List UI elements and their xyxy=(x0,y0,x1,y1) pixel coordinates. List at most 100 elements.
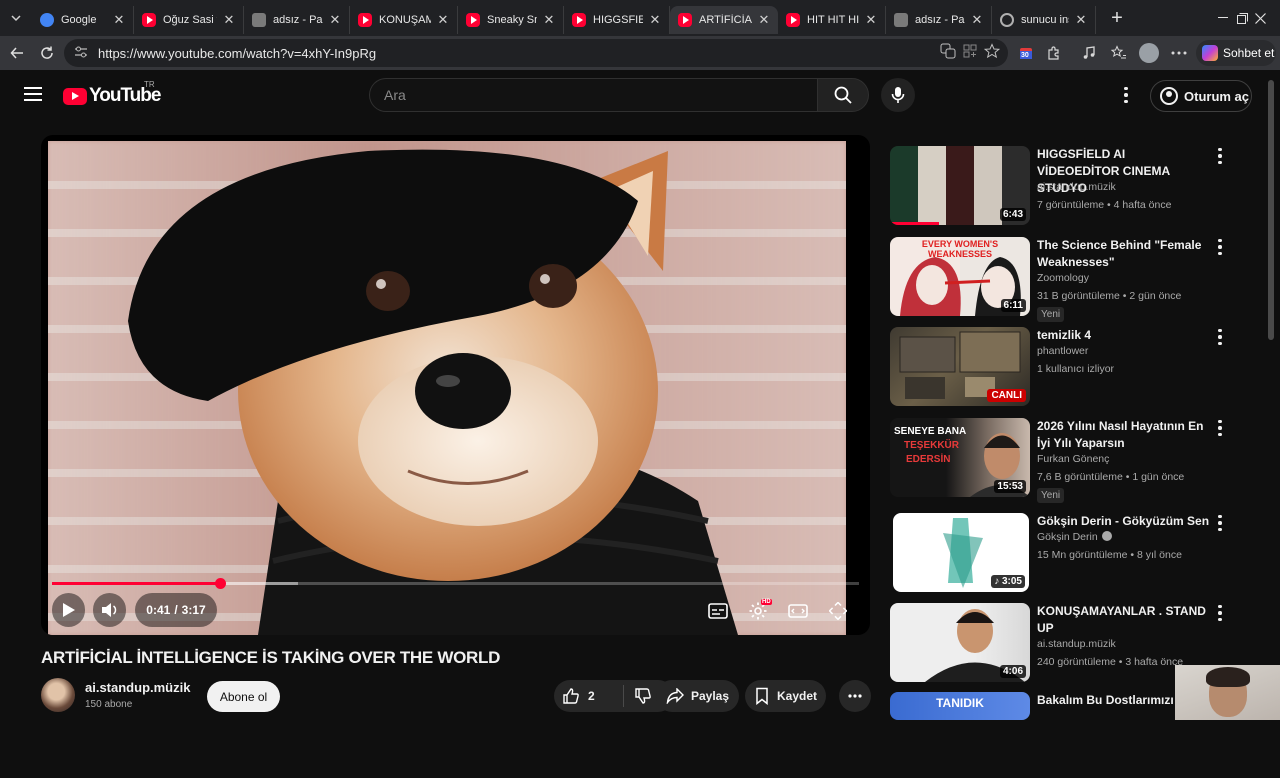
recommended-video-title[interactable]: 2026 Yılını Nasıl Hayatının En İyi Yılı … xyxy=(1037,418,1211,452)
settings-menu-button[interactable] xyxy=(1116,85,1136,105)
theater-mode-button[interactable] xyxy=(784,597,812,625)
video-thumbnail[interactable]: 6:43 xyxy=(890,146,1030,225)
browser-tab[interactable]: sunucu insan ✕ xyxy=(992,6,1096,34)
recommended-channel-name[interactable]: Gökşin Derin xyxy=(1037,531,1112,543)
search-button[interactable] xyxy=(817,78,869,112)
extension-calendar-button[interactable]: 30 xyxy=(1013,40,1039,66)
sign-in-button[interactable]: Oturum aç xyxy=(1150,80,1252,112)
video-player[interactable] xyxy=(41,135,870,635)
tab-list-button[interactable] xyxy=(0,0,32,36)
copilot-label: Sohbet et xyxy=(1223,46,1275,60)
close-tab-icon[interactable]: ✕ xyxy=(435,12,451,28)
close-tab-icon[interactable]: ✕ xyxy=(863,12,879,28)
video-menu-button[interactable] xyxy=(1210,513,1230,533)
recommended-video-title[interactable]: The Science Behind "Female Weaknesses" xyxy=(1037,237,1211,271)
thumbs-up-icon xyxy=(563,688,579,704)
site-info-icon[interactable] xyxy=(74,46,92,61)
close-tab-icon[interactable]: ✕ xyxy=(111,12,127,28)
guide-menu-button[interactable] xyxy=(22,84,44,106)
address-bar[interactable]: https://www.youtube.com/watch?v=4xhY-In9… xyxy=(64,39,1008,67)
recommended-video[interactable]: SENEYE BANA TEŞEKKÜR EDERSİN 15:53 2026 Yılı… xyxy=(890,418,1235,504)
video-menu-button[interactable] xyxy=(1210,146,1230,166)
browser-tab[interactable]: KONUŞAMAY ✕ xyxy=(350,6,458,34)
dislike-button[interactable] xyxy=(624,687,652,705)
recommended-video-title[interactable]: Gökşin Derin - Gökyüzüm Sen xyxy=(1037,513,1211,530)
browser-tab[interactable]: Sneaky Snitc ✕ xyxy=(458,6,564,34)
close-tab-icon[interactable]: ✕ xyxy=(647,12,663,28)
video-menu-button[interactable] xyxy=(1210,327,1230,347)
video-thumbnail[interactable]: EVERY WOMEN'S WEAKNESSES 6:11 xyxy=(890,237,1030,316)
recommended-channel-name[interactable]: phantlower xyxy=(1037,345,1088,357)
recommended-channel-name[interactable]: ai.standup.müzik xyxy=(1037,181,1116,193)
settings-button[interactable]: HD xyxy=(744,597,772,625)
recommended-video[interactable]: 6:43 HIGGSFİELD AI VİDEOEDİTOR CINEMA STU… xyxy=(890,146,1235,232)
video-thumbnail[interactable]: CANLI xyxy=(890,327,1030,406)
profile-avatar[interactable] xyxy=(1139,43,1159,63)
browser-tab[interactable]: HIGGSFIELD / ✕ xyxy=(564,6,670,34)
close-tab-icon[interactable]: ✕ xyxy=(756,12,772,28)
scrubber-handle[interactable] xyxy=(214,578,226,589)
copilot-chat-button[interactable]: Sohbet et xyxy=(1196,40,1276,66)
video-thumbnail[interactable]: TANIDIK xyxy=(890,692,1030,720)
media-control-button[interactable] xyxy=(1076,40,1102,66)
page-scrollbar[interactable] xyxy=(1268,80,1274,340)
mute-button[interactable] xyxy=(93,593,126,627)
refresh-button[interactable] xyxy=(32,38,62,68)
close-tab-icon[interactable]: ✕ xyxy=(541,12,557,28)
extensions-button[interactable] xyxy=(1041,40,1067,66)
video-menu-button[interactable] xyxy=(1210,237,1230,257)
translate-icon[interactable] xyxy=(940,43,956,62)
favorite-star-icon[interactable] xyxy=(983,43,1001,62)
apps-icon[interactable] xyxy=(962,43,978,62)
recommended-channel-name[interactable]: Furkan Gönenç xyxy=(1037,453,1109,465)
close-tab-icon[interactable]: ✕ xyxy=(327,12,343,28)
channel-name[interactable]: ai.standup.müzik xyxy=(85,680,190,695)
search-input[interactable] xyxy=(369,78,817,112)
browser-tab[interactable]: HIT HIT HIT N ✕ xyxy=(778,6,886,34)
recommended-channel-name[interactable]: ai.standup.müzik xyxy=(1037,638,1116,650)
close-tab-icon[interactable]: ✕ xyxy=(969,12,985,28)
browser-tab[interactable]: Google ✕ xyxy=(32,6,134,34)
video-thumbnail[interactable]: SENEYE BANA TEŞEKKÜR EDERSİN 15:53 xyxy=(890,418,1030,497)
recommended-video[interactable]: ♪ 3:05 Gökşin Derin - Gökyüzüm Sen Gökşin … xyxy=(890,513,1235,599)
close-window-button[interactable] xyxy=(1240,0,1280,36)
recommended-video-stats: 15 Mn görüntüleme • 8 yıl önce xyxy=(1037,549,1182,561)
recommended-channel-label: Gökşin Derin xyxy=(1037,531,1098,543)
video-thumbnail[interactable]: 4:06 xyxy=(890,603,1030,682)
recommended-video-title[interactable]: temizlik 4 xyxy=(1037,327,1211,344)
save-button[interactable]: Kaydet xyxy=(745,680,826,712)
browser-tab[interactable]: adsız - Paint ✕ xyxy=(244,6,350,34)
browser-tab-title: KONUŞAMAY xyxy=(379,14,431,26)
recommended-channel-label: Furkan Gönenç xyxy=(1037,453,1110,465)
more-actions-button[interactable] xyxy=(839,680,871,712)
fullscreen-button[interactable] xyxy=(824,597,852,625)
play-button[interactable] xyxy=(52,593,85,627)
youtube-logo[interactable]: YouTube TR xyxy=(63,80,161,106)
recommended-video-title[interactable]: KONUŞAMAYANLAR . STAND UP xyxy=(1037,603,1211,637)
close-tab-icon[interactable]: ✕ xyxy=(1073,12,1089,28)
recommended-video[interactable]: EVERY WOMEN'S WEAKNESSES 6:11 The Science … xyxy=(890,237,1235,323)
paint-favicon-icon xyxy=(894,13,908,27)
google-favicon-icon xyxy=(40,13,54,27)
back-button[interactable] xyxy=(2,38,32,68)
like-button[interactable]: 2 xyxy=(554,685,624,707)
close-tab-icon[interactable]: ✕ xyxy=(221,12,237,28)
video-thumbnail[interactable]: ♪ 3:05 xyxy=(893,513,1029,592)
browser-tab[interactable]: Oğuz Sasi vs ✕ xyxy=(134,6,244,34)
share-button[interactable]: Paylaş xyxy=(656,680,739,712)
browser-tab[interactable]: adsız - Paint ✕ xyxy=(886,6,992,34)
new-tab-button[interactable]: + xyxy=(1102,7,1132,30)
video-menu-button[interactable] xyxy=(1210,603,1230,623)
browser-tab[interactable]: ARTİFİCİAL İN ✕ xyxy=(670,6,778,34)
progress-bar[interactable] xyxy=(52,578,859,589)
play-icon xyxy=(62,603,75,617)
recommended-channel-name[interactable]: Zoomology xyxy=(1037,272,1089,284)
subtitles-button[interactable] xyxy=(704,597,732,625)
voice-search-button[interactable] xyxy=(881,78,915,112)
subscribe-button[interactable]: Abone ol xyxy=(207,681,280,712)
recommended-video[interactable]: CANLI temizlik 4 phantlower 1 kullanıcı izl… xyxy=(890,327,1235,413)
favorites-button[interactable] xyxy=(1106,40,1132,66)
channel-avatar[interactable] xyxy=(41,678,75,712)
browser-menu-button[interactable] xyxy=(1166,40,1192,66)
video-menu-button[interactable] xyxy=(1210,418,1230,438)
